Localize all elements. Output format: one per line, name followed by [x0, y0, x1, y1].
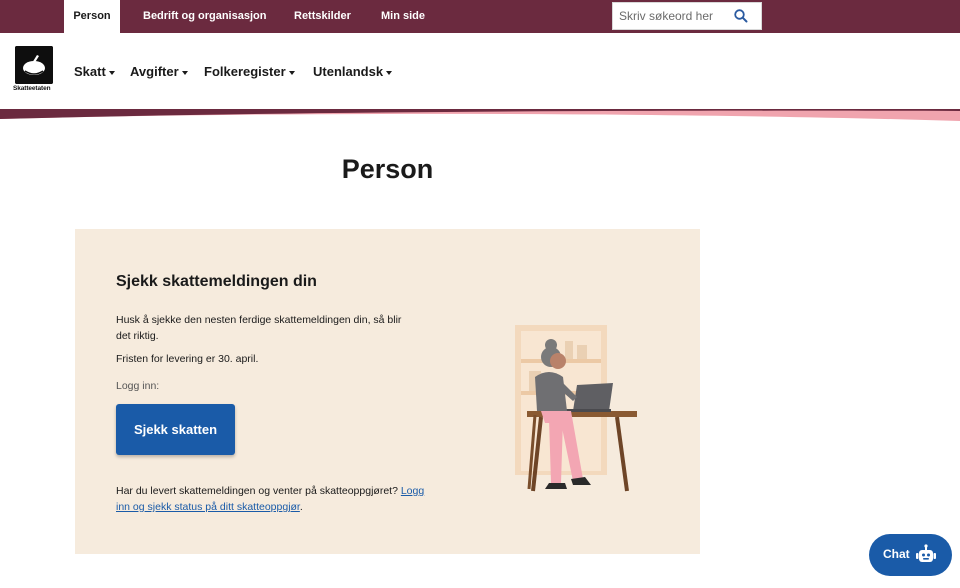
card-heading: Sjekk skattemeldingen din — [116, 273, 317, 290]
tab-person[interactable]: Person — [64, 0, 120, 33]
top-nav-bar: Person Bedrift og organisasjon Rettskild… — [0, 0, 960, 33]
tax-return-card: Sjekk skattemeldingen din Husk å sjekke … — [75, 229, 700, 554]
menu-folkeregister-label: Folkeregister — [204, 64, 286, 79]
skatteetaten-logo[interactable] — [15, 46, 53, 84]
menu-avgifter[interactable]: Avgifter — [130, 64, 188, 79]
menu-utenlandsk-label: Utenlandsk — [313, 64, 384, 79]
chat-button[interactable]: Chat — [869, 534, 952, 576]
menu-avgifter-label: Avgifter — [130, 64, 179, 79]
sjekk-skatten-button[interactable]: Sjekk skatten — [116, 404, 235, 455]
settlement-period: . — [299, 501, 303, 513]
menu-skatt[interactable]: Skatt — [74, 64, 115, 79]
page-title: Person — [341, 154, 434, 184]
tab-rettskilder[interactable]: Rettskilder — [294, 0, 351, 33]
search-box — [612, 2, 762, 30]
caret-down-icon — [288, 70, 295, 75]
caret-down-icon — [181, 70, 188, 75]
search-input[interactable] — [619, 3, 731, 29]
deadline-text: Fristen for levering er 30. april. — [116, 353, 259, 365]
settlement-text: Har du levert skattemeldingen og venter … — [116, 483, 436, 515]
menu-folkeregister[interactable]: Folkeregister — [204, 64, 295, 79]
tab-bedrift[interactable]: Bedrift og organisasjon — [143, 0, 266, 33]
tab-min-side[interactable]: Min side — [381, 0, 425, 33]
woman-at-laptop-illustration — [515, 325, 637, 492]
search-icon[interactable] — [733, 8, 749, 24]
site-header: Skatteetaten Skatt Avgifter Folkeregiste… — [0, 33, 960, 109]
menu-skatt-label: Skatt — [74, 64, 106, 79]
settlement-question: Har du levert skattemeldingen og venter … — [116, 485, 398, 497]
caret-down-icon — [108, 70, 115, 75]
logo-text: Skatteetaten — [13, 85, 51, 92]
robot-icon — [916, 544, 936, 562]
decorative-wave — [0, 109, 960, 121]
menu-utenlandsk[interactable]: Utenlandsk — [313, 64, 393, 79]
caret-down-icon — [386, 70, 393, 75]
card-intro-text: Husk å sjekke den nesten ferdige skattem… — [116, 314, 402, 342]
login-label: Logg inn: — [116, 380, 160, 392]
chat-label: Chat — [883, 547, 910, 561]
